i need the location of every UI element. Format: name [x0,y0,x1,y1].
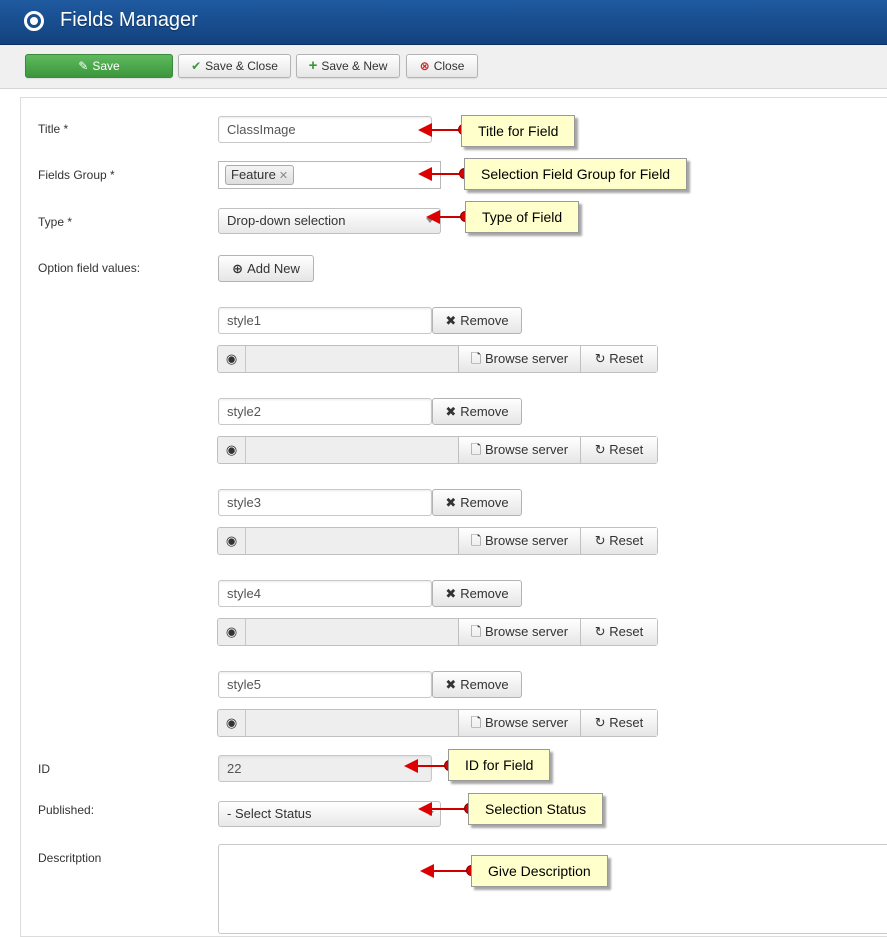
option-input[interactable]: style3 [218,489,432,516]
close-circle-icon: ⊗ [419,59,430,73]
type-select[interactable]: Drop-down selection [218,208,441,234]
app-header: Fields Manager [0,0,887,45]
refresh-icon: ↻ [594,351,610,366]
refresh-icon: ↻ [594,442,610,457]
option-input[interactable]: style5 [218,671,432,698]
callout-group: Selection Field Group for Field [464,158,688,190]
x-icon: ✖ [445,404,457,419]
media-field: ◉ 🗋 Browse server ↻ Reset [217,527,658,555]
id-input: 22 [218,755,432,782]
media-field: ◉ 🗋 Browse server ↻ Reset [217,709,658,737]
remove-button[interactable]: ✖ Remove [432,580,522,607]
toolbar: ✎ Save ✔ Save & Close + Save & New ⊗ Close [0,45,887,89]
plus-icon: + [308,57,318,74]
reset-button[interactable]: ↻ Reset [580,528,657,554]
media-field: ◉ 🗋 Browse server ↻ Reset [217,345,658,373]
published-label: Published: [38,803,95,817]
eye-icon[interactable]: ◉ [218,528,246,554]
arrowhead-icon [404,759,418,773]
callout-id: ID for Field [448,749,551,781]
form-panel [20,97,887,937]
callout-description: Give Description [471,855,608,887]
callout-status: Selection Status [468,793,604,825]
browse-server-button[interactable]: 🗋 Browse server [458,346,580,372]
callout-arrow [418,123,469,137]
eye-icon[interactable]: ◉ [218,710,246,736]
title-label: Title * [38,122,69,136]
refresh-icon: ↻ [594,533,610,548]
browse-server-button[interactable]: 🗋 Browse server [458,528,580,554]
remove-button[interactable]: ✖ Remove [432,307,522,334]
callout-arrow [404,759,455,773]
plus-circle-icon: ⊕ [232,261,244,276]
description-label: Descritption [38,851,102,865]
type-label: Type * [38,215,73,229]
callout-arrow [418,167,470,181]
page-title: Fields Manager [60,9,198,31]
arrowhead-icon [418,802,432,816]
refresh-icon: ↻ [594,715,610,730]
option-values-label: Option field values: [38,261,141,275]
save-new-button[interactable]: + Save & New [296,54,400,78]
title-input[interactable]: ClassImage [218,116,432,143]
arrowhead-icon [418,123,432,137]
reset-button[interactable]: ↻ Reset [580,710,657,736]
x-icon: ✖ [445,677,457,692]
callout-arrow [420,864,477,878]
option-input[interactable]: style1 [218,307,432,334]
check-icon: ✔ [191,59,202,73]
reset-button[interactable]: ↻ Reset [580,437,657,463]
x-icon: ✖ [445,313,457,328]
browse-server-button[interactable]: 🗋 Browse server [458,437,580,463]
eye-icon[interactable]: ◉ [218,619,246,645]
edit-icon: ✎ [78,59,89,73]
media-field: ◉ 🗋 Browse server ↻ Reset [217,436,658,464]
x-icon: ✖ [445,586,457,601]
reset-button[interactable]: ↻ Reset [580,619,657,645]
file-icon: 🗋 [470,442,485,457]
close-button[interactable]: ⊗ Close [406,54,478,78]
file-icon: 🗋 [470,715,485,730]
callout-type: Type of Field [465,201,580,233]
browse-server-button[interactable]: 🗋 Browse server [458,619,580,645]
arrowhead-icon [418,167,432,181]
eye-icon[interactable]: ◉ [218,346,246,372]
eye-icon[interactable]: ◉ [218,437,246,463]
remove-button[interactable]: ✖ Remove [432,671,522,698]
file-icon: 🗋 [470,533,485,548]
option-input[interactable]: style2 [218,398,432,425]
file-icon: 🗋 [470,351,485,366]
x-icon: ✖ [445,495,457,510]
callout-arrow [426,210,471,224]
remove-button[interactable]: ✖ Remove [432,398,522,425]
arrowhead-icon [420,864,434,878]
browse-server-button[interactable]: 🗋 Browse server [458,710,580,736]
refresh-icon: ↻ [594,624,610,639]
group-chip: Feature ✕ [225,165,295,185]
reset-button[interactable]: ↻ Reset [580,346,657,372]
save-close-button[interactable]: ✔ Save & Close [178,54,291,78]
fields-group-label: Fields Group * [38,168,115,182]
save-button[interactable]: ✎ Save [25,54,173,78]
remove-chip-icon[interactable]: ✕ [279,170,288,182]
target-icon [24,11,44,31]
media-field: ◉ 🗋 Browse server ↻ Reset [217,618,658,646]
remove-button[interactable]: ✖ Remove [432,489,522,516]
callout-arrow [418,802,475,816]
status-select[interactable]: - Select Status [218,801,441,827]
id-label: ID [38,762,50,776]
option-input[interactable]: style4 [218,580,432,607]
file-icon: 🗋 [470,624,485,639]
fields-group-select[interactable]: Feature ✕ [218,161,441,189]
arrowhead-icon [426,210,440,224]
add-new-button[interactable]: ⊕ Add New [218,255,314,282]
callout-title: Title for Field [461,115,576,147]
